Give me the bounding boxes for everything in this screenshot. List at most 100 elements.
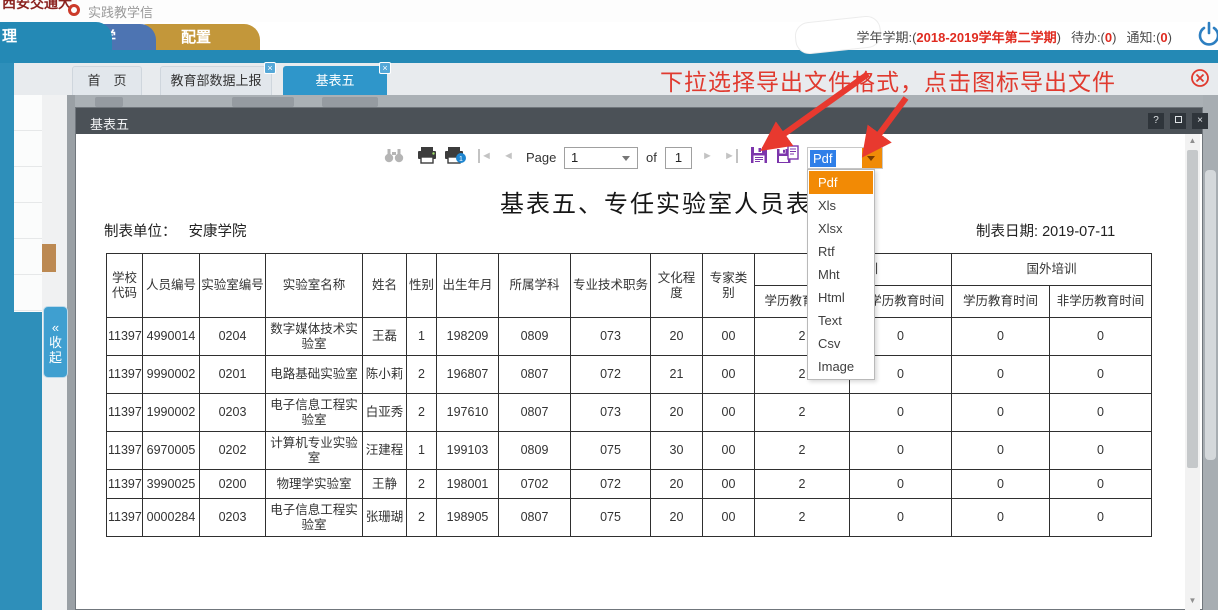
dialog-titlebar[interactable]: 基表五 bbox=[76, 108, 1202, 134]
table-cell: 0200 bbox=[200, 470, 266, 499]
help-icon[interactable]: ? bbox=[1148, 113, 1164, 129]
export-format-combobox[interactable]: Pdf bbox=[807, 147, 883, 169]
dropdown-option-text[interactable]: Text bbox=[809, 309, 873, 332]
report-unit-value: 安康学院 bbox=[189, 224, 247, 240]
dropdown-option-html[interactable]: Html bbox=[809, 286, 873, 309]
table-cell: 198905 bbox=[437, 499, 499, 537]
table-cell: 2 bbox=[407, 499, 437, 537]
todo-counter[interactable]: 待办:(0) bbox=[1071, 27, 1117, 46]
close-subtab-icon[interactable]: × bbox=[379, 62, 391, 74]
table-cell: 20 bbox=[651, 318, 703, 356]
table-cell: 073 bbox=[571, 394, 651, 432]
dropdown-option-xlsx[interactable]: Xlsx bbox=[809, 217, 873, 240]
table-cell: 0 bbox=[1050, 432, 1152, 470]
col-header: 所属学科 bbox=[499, 254, 571, 318]
table-cell: 196807 bbox=[437, 356, 499, 394]
print-page-setup-icon[interactable]: 1 bbox=[444, 146, 468, 164]
table-cell: 2 bbox=[755, 394, 850, 432]
browser-window-title: 西安交通大 bbox=[2, 0, 72, 13]
table-cell: 0809 bbox=[499, 432, 571, 470]
next-page-icon[interactable]: ► bbox=[702, 149, 713, 163]
table-cell: 2 bbox=[407, 394, 437, 432]
table-row: 1139799900020201电路基础实验室陈小莉21968070807072… bbox=[107, 356, 1152, 394]
scrollbar[interactable]: ▲ ▼ bbox=[1185, 134, 1200, 610]
logout-power-icon[interactable] bbox=[1197, 21, 1218, 47]
search-binoculars-icon[interactable] bbox=[384, 147, 404, 163]
table-cell: 00 bbox=[703, 499, 755, 537]
export-format-dropdown: PdfXlsXlsxRtfMhtHtmlTextCsvImage bbox=[807, 169, 875, 380]
col-header: 学历教育时间 bbox=[952, 286, 1050, 318]
table-cell: 075 bbox=[571, 499, 651, 537]
dropdown-option-mht[interactable]: Mht bbox=[809, 263, 873, 286]
page-value: 1 bbox=[571, 150, 578, 165]
table-cell: 1990002 bbox=[143, 394, 200, 432]
table-cell: 00 bbox=[703, 394, 755, 432]
export-save-icon[interactable] bbox=[749, 145, 769, 165]
subtab-table5[interactable]: 基表五 bbox=[283, 66, 387, 95]
dropdown-option-xls[interactable]: Xls bbox=[809, 194, 873, 217]
export-format-value: Pdf bbox=[810, 150, 836, 167]
subtab-home[interactable]: 首 页 bbox=[72, 66, 142, 95]
scrollbar-thumb[interactable] bbox=[1187, 150, 1198, 468]
prev-page-icon[interactable]: ◄ bbox=[503, 149, 514, 163]
table-cell: 电子信息工程实验室 bbox=[266, 394, 363, 432]
export-save-as-icon[interactable] bbox=[776, 145, 800, 165]
table-cell: 0 bbox=[1050, 318, 1152, 356]
report-date-value: 2019-07-11 bbox=[1042, 224, 1115, 240]
close-subtab-icon[interactable]: × bbox=[264, 62, 276, 74]
dialog-title: 基表五 bbox=[90, 114, 129, 133]
annotation-close-icon[interactable] bbox=[1190, 68, 1210, 88]
last-page-icon[interactable]: ► bbox=[724, 149, 738, 163]
table-cell: 0000284 bbox=[143, 499, 200, 537]
close-icon[interactable]: × bbox=[1192, 113, 1208, 129]
table-cell: 陈小莉 bbox=[363, 356, 407, 394]
subtab-moe-data-upload[interactable]: 教育部数据上报 bbox=[160, 66, 272, 95]
table-cell: 4990014 bbox=[143, 318, 200, 356]
sidebar-collapse-button[interactable]: « 收 起 bbox=[43, 306, 68, 378]
maximize-icon[interactable] bbox=[1170, 113, 1186, 129]
sidebar-selected-item[interactable] bbox=[42, 244, 56, 272]
browser-strip: 西安交通大 实践教学信 bbox=[0, 0, 1218, 22]
term-value: 2018-2019学年第二学期 bbox=[916, 30, 1056, 45]
screen: 西安交通大 实践教学信 配置 教学 理 学年学期:(2018-2019学年第二学… bbox=[0, 0, 1218, 610]
dropdown-option-image[interactable]: Image bbox=[809, 355, 873, 378]
table-cell: 11397 bbox=[107, 394, 143, 432]
col-header: 人员编号 bbox=[143, 254, 200, 318]
col-header: 实验室编号 bbox=[200, 254, 266, 318]
dropdown-option-pdf[interactable]: Pdf bbox=[809, 171, 873, 194]
table-cell: 11397 bbox=[107, 499, 143, 537]
table-cell: 20 bbox=[651, 470, 703, 499]
dimmed-icon bbox=[232, 97, 294, 107]
table5-dialog: 基表五 ? × 1 ◄ ◄ Page 1 of bbox=[75, 107, 1203, 610]
table-cell: 20 bbox=[651, 394, 703, 432]
print-icon[interactable] bbox=[417, 146, 437, 164]
notice-counter[interactable]: 通知:(0) bbox=[1126, 27, 1172, 46]
scroll-up-icon[interactable]: ▲ bbox=[1185, 134, 1200, 148]
export-format-dropdown-button[interactable] bbox=[862, 148, 882, 168]
dropdown-option-rtf[interactable]: Rtf bbox=[809, 240, 873, 263]
table-cell: 0702 bbox=[499, 470, 571, 499]
page-select[interactable]: 1 bbox=[564, 147, 638, 169]
report-date: 制表日期: 2019-07-11 bbox=[976, 220, 1115, 241]
col-header: 实验室名称 bbox=[266, 254, 363, 318]
table-cell: 0 bbox=[850, 394, 952, 432]
browser-tab-title[interactable]: 实践教学信 bbox=[88, 2, 153, 21]
table-cell: 075 bbox=[571, 432, 651, 470]
col-header: 学校代码 bbox=[107, 254, 143, 318]
table-cell: 0202 bbox=[200, 432, 266, 470]
table-cell: 2 bbox=[407, 470, 437, 499]
dropdown-option-csv[interactable]: Csv bbox=[809, 332, 873, 355]
table-cell: 0 bbox=[1050, 470, 1152, 499]
table-cell: 1 bbox=[407, 318, 437, 356]
dimmed-right-panel bbox=[1205, 170, 1216, 460]
col-header: 专家类别 bbox=[703, 254, 755, 318]
scroll-down-icon[interactable]: ▼ bbox=[1185, 594, 1200, 608]
table-cell: 197610 bbox=[437, 394, 499, 432]
table-row: 1139700002840203电子信息工程实验室张珊瑚219890508070… bbox=[107, 499, 1152, 537]
dimmed-icon bbox=[95, 97, 123, 107]
table-cell: 王磊 bbox=[363, 318, 407, 356]
table-cell: 00 bbox=[703, 318, 755, 356]
first-page-icon[interactable]: ◄ bbox=[478, 149, 492, 163]
table-cell: 物理学实验室 bbox=[266, 470, 363, 499]
table-cell: 0 bbox=[952, 318, 1050, 356]
